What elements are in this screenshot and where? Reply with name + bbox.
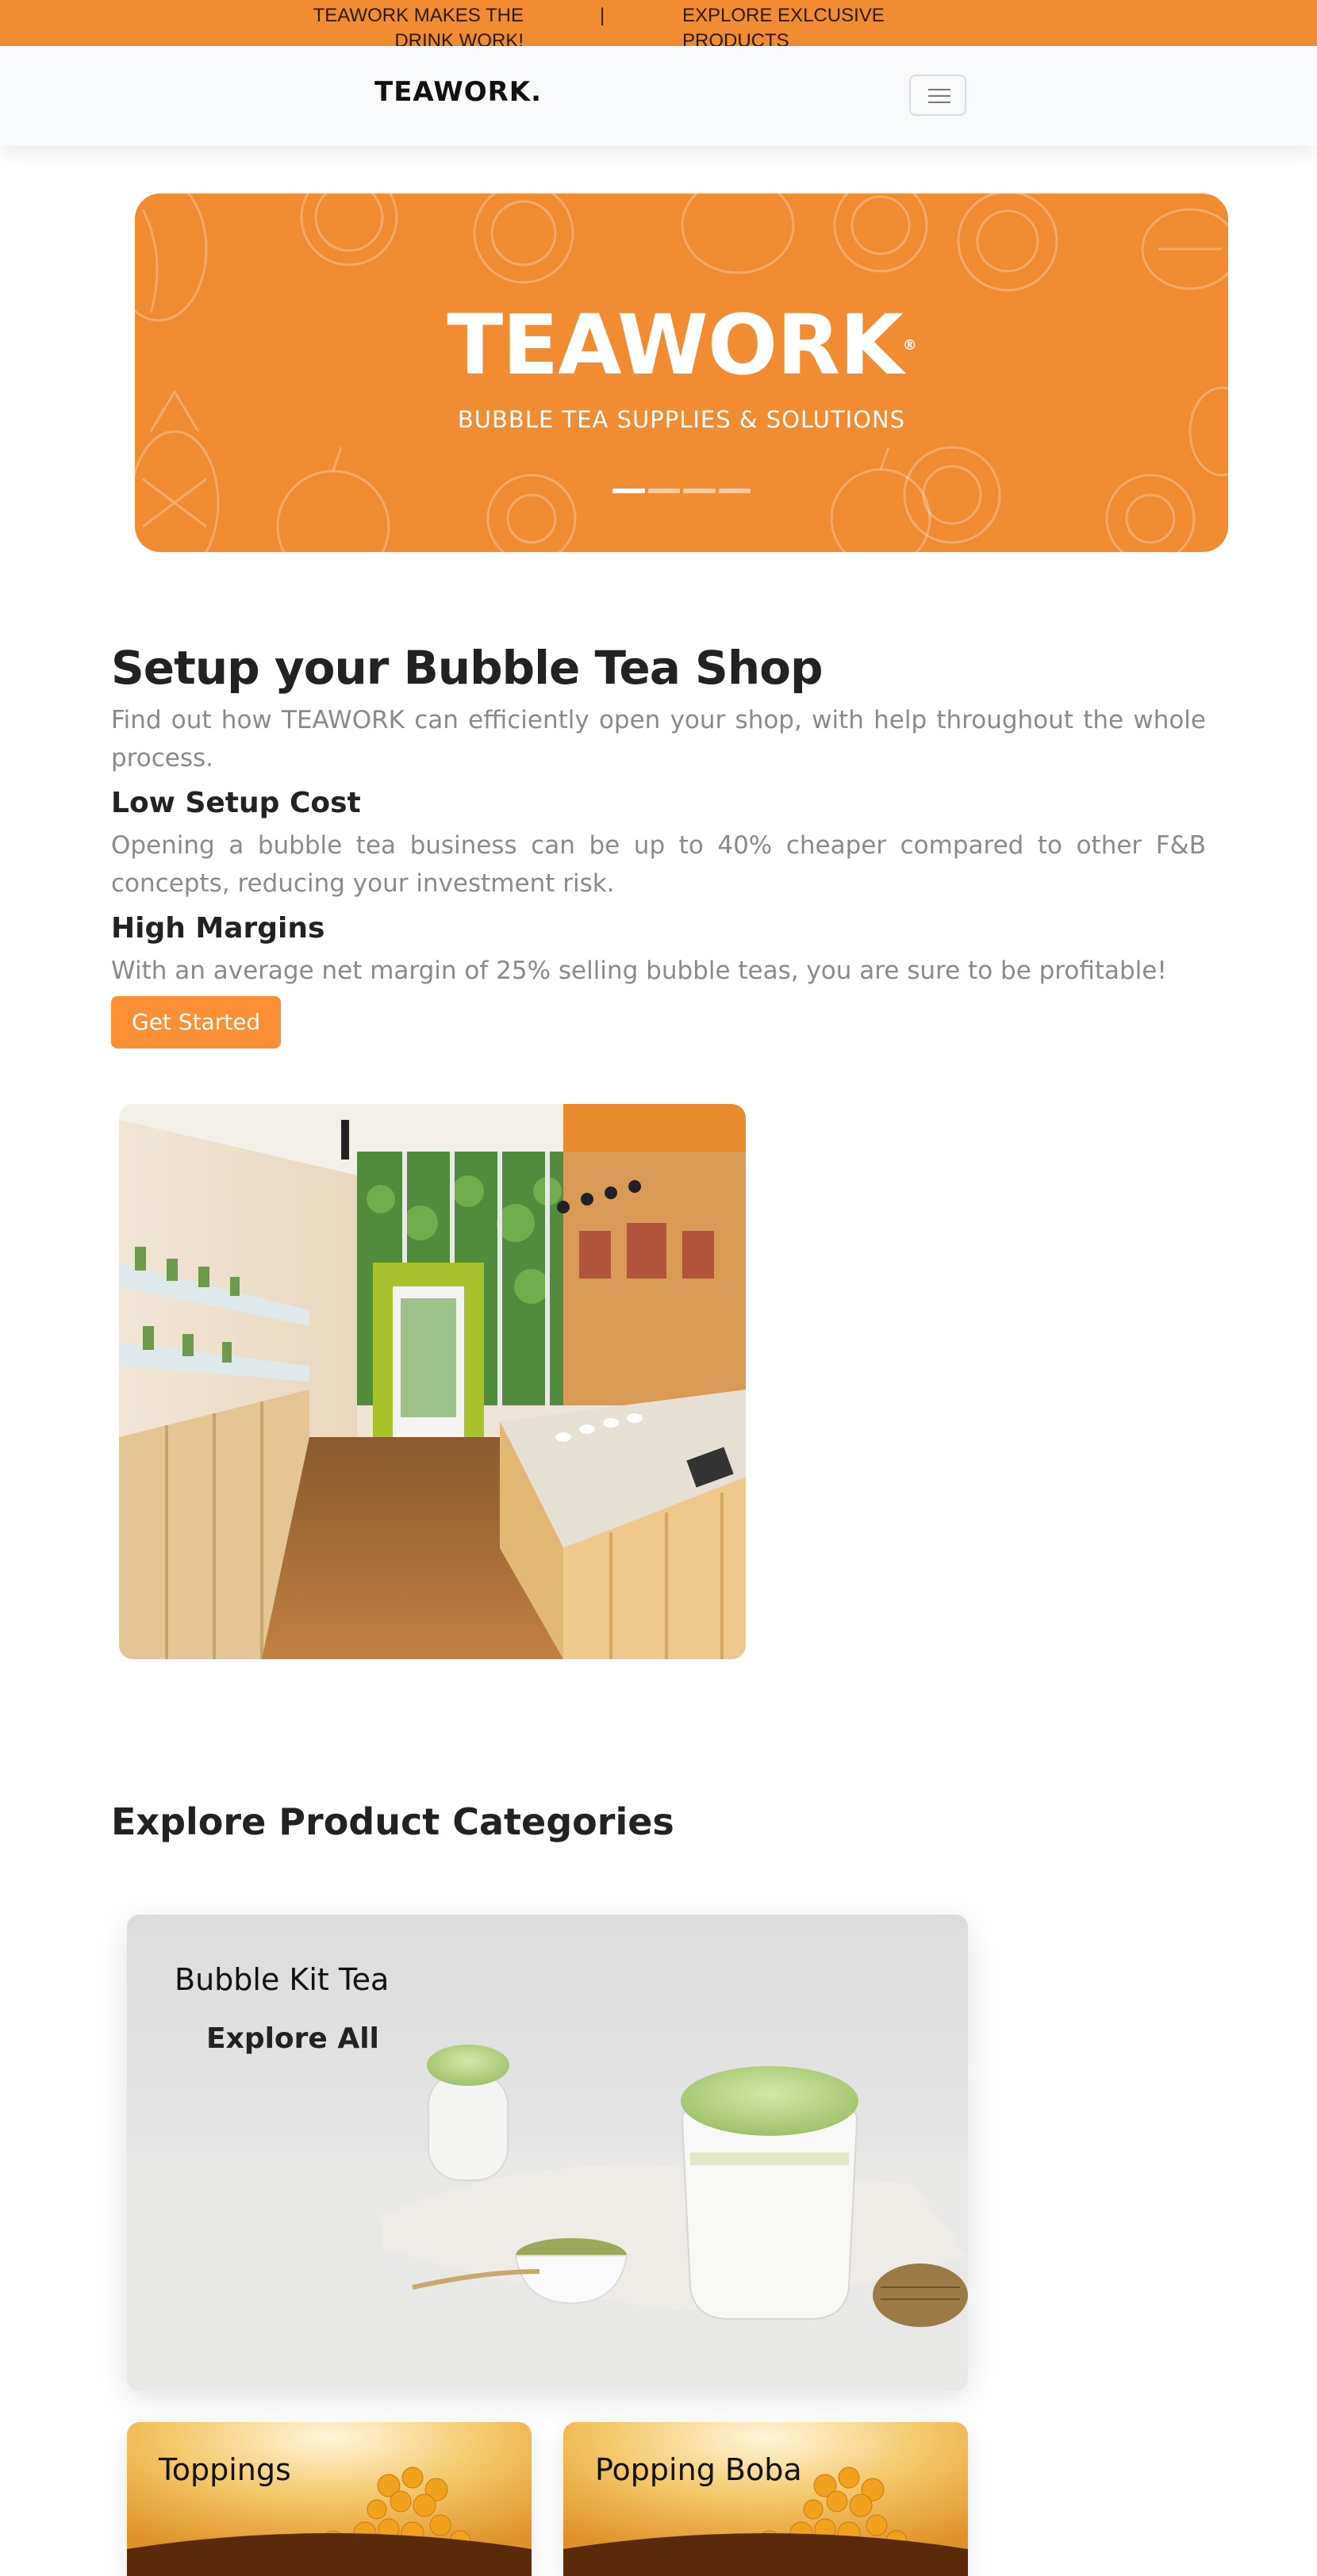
hero-subtitle: BUBBLE TEA SUPPLIES & SOLUTIONS (457, 406, 906, 433)
feature-high-margins-text: With an average net margin of 25% sellin… (111, 956, 1167, 985)
hero-title: TEAWORK® (447, 297, 917, 393)
get-started-button[interactable]: Get Started (111, 996, 282, 1048)
setup-section: Setup your Bubble Tea Shop Find out how … (111, 634, 1206, 1048)
popping-boba-image (563, 2422, 968, 2576)
hamburger-menu-icon-line (928, 102, 950, 103)
navbar: TEAWORK. (0, 46, 1317, 146)
feature-low-cost-title: Low Setup Cost (111, 787, 361, 819)
feature-low-cost-text: Opening a bubble tea business can be up … (111, 831, 1206, 898)
carousel-indicator-2[interactable] (647, 489, 680, 493)
carousel-indicator-1[interactable] (612, 489, 645, 493)
category-card-popping-boba[interactable]: Popping Boba (563, 2422, 968, 2576)
category-card-toppings[interactable]: Toppings (127, 2422, 532, 2576)
feature-high-margins-title: High Margins (111, 912, 325, 945)
announcement-bar: TEAWORK MAKES THE DRINK WORK! | EXPLORE … (0, 0, 1317, 46)
tea-shop-interior-image (119, 1104, 746, 1659)
carousel-indicators (612, 489, 751, 495)
announcement-right[interactable]: EXPLORE EXLCUSIVE PRODUCTS (682, 3, 920, 46)
announcement-left[interactable]: TEAWORK MAKES THE DRINK WORK! (308, 3, 524, 46)
hero-carousel[interactable]: TEAWORK® BUBBLE TEA SUPPLIES & SOLUTIONS (135, 194, 1228, 552)
category-label: Popping Boba (595, 2452, 802, 2487)
explore-all-link[interactable]: Explore All (206, 2022, 379, 2055)
carousel-indicator-3[interactable] (683, 489, 716, 493)
setup-intro: Find out how TEAWORK can efficiently ope… (111, 706, 1206, 772)
setup-heading: Setup your Bubble Tea Shop (111, 641, 823, 695)
trademark-symbol: ® (902, 337, 917, 354)
hamburger-menu-icon-line (928, 95, 950, 97)
category-card-bubble-kit-tea[interactable]: Bubble Kit Tea Explore All (127, 1915, 968, 2390)
menu-toggle-button[interactable] (909, 75, 966, 116)
brand-logo[interactable]: TEAWORK. (374, 76, 542, 108)
hamburger-menu-icon (928, 89, 950, 90)
announcement-separator: | (600, 5, 605, 26)
tea-shop-photo (119, 1104, 746, 1659)
category-label: Toppings (159, 2452, 291, 2487)
categories-heading: Explore Product Categories (111, 1800, 674, 1843)
category-label: Bubble Kit Tea (175, 1962, 390, 1997)
toppings-image (127, 2422, 532, 2576)
carousel-indicator-4[interactable] (718, 489, 751, 493)
